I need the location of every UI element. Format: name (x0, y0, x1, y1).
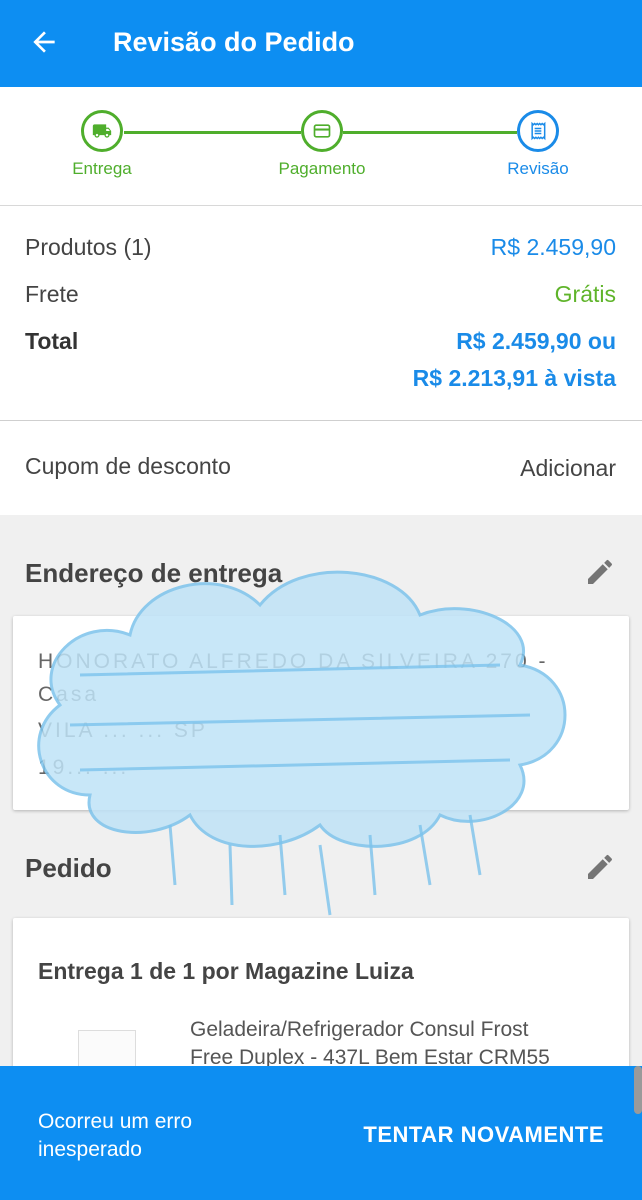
step-label-pagamento: Pagamento (278, 159, 366, 178)
step-pagamento[interactable] (301, 110, 343, 152)
receipt-icon (531, 121, 546, 141)
coupon-label: Cupom de desconto (25, 453, 231, 479)
product-name-line-1[interactable]: Geladeira/Refrigerador Consul Frost (190, 1018, 528, 1042)
step-label-entrega: Entrega (72, 159, 132, 178)
product-image[interactable] (78, 1030, 136, 1067)
pencil-icon[interactable] (584, 556, 616, 588)
order-section-title: Pedido (25, 853, 112, 883)
products-label: Produtos (1) (25, 234, 152, 260)
checkout-stepper: Entrega Pagamento Revisão (0, 87, 642, 206)
step-revisao[interactable] (517, 110, 559, 152)
address-line-4: 19... ... (38, 756, 130, 779)
total-value-cash: R$ 2.213,91 à vista (412, 365, 616, 391)
app-bar: Revisão do Pedido (0, 0, 642, 87)
step-connector (343, 131, 517, 134)
coupon-row[interactable]: Cupom de desconto Adicionar (0, 421, 642, 515)
address-line-3: VILA ... ... SP (38, 719, 208, 742)
delivery-heading: Entrega 1 de 1 por Magazine Luiza (38, 958, 414, 984)
snackbar-message-line-2: inesperado (38, 1138, 142, 1161)
snackbar-message-line-1: Ocorreu um erro (38, 1110, 193, 1133)
shipping-value: Grátis (554, 281, 616, 307)
step-label-revisao: Revisão (507, 159, 569, 178)
page-title: Revisão do Pedido (113, 27, 355, 57)
address-line-2: Casa (38, 683, 100, 706)
address-card[interactable]: HONORATO ALFREDO DA SILVEIRA 270 - Casa … (13, 616, 629, 810)
address-line-1: HONORATO ALFREDO DA SILVEIRA 270 - (38, 650, 549, 673)
add-coupon-button[interactable]: Adicionar (520, 455, 616, 482)
step-connector (124, 131, 301, 134)
pencil-icon[interactable] (584, 851, 616, 883)
error-snackbar: Ocorreu um erro inesperado TENTAR NOVAME… (0, 1066, 642, 1200)
retry-button[interactable]: TENTAR NOVAMENTE (363, 1122, 604, 1148)
scrollbar[interactable] (634, 1066, 642, 1114)
snackbar-message: Ocorreu um erro inesperado (38, 1108, 278, 1164)
shipping-label: Frete (25, 281, 79, 307)
step-entrega[interactable] (81, 110, 123, 152)
arrow-back-icon[interactable] (28, 26, 60, 58)
total-label: Total (25, 328, 79, 354)
address-section-title: Endereço de entrega (25, 558, 283, 588)
truck-icon (92, 124, 112, 138)
total-value-installments: R$ 2.459,90 ou (456, 328, 616, 354)
order-summary: Produtos (1) R$ 2.459,90 Frete Grátis To… (0, 206, 642, 421)
card-icon (313, 124, 331, 138)
products-value: R$ 2.459,90 (490, 234, 616, 260)
